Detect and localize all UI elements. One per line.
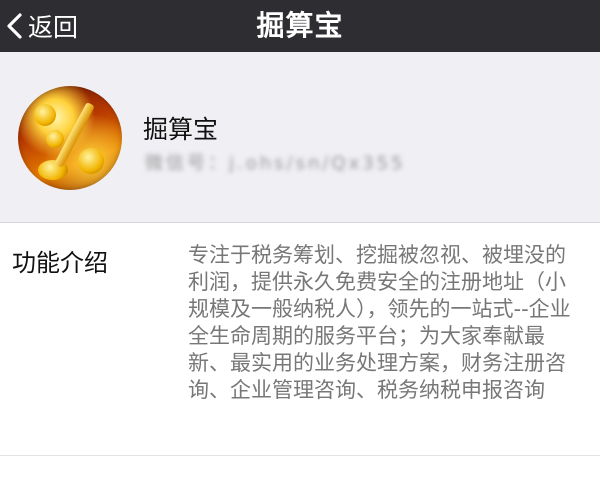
function-intro-row: 功能介绍 专注于税务筹划、挖掘被忽视、被埋没的利润，提供永久免费安全的注册地址（…	[0, 223, 600, 453]
wechat-id: 微信号：j.ohs/sn/Qx355	[145, 153, 406, 174]
function-intro-label: 功能介绍	[12, 249, 108, 277]
coin-graphic	[78, 148, 104, 174]
page-title: 掘算宝	[256, 9, 344, 42]
coin-graphic	[46, 130, 64, 148]
function-intro-text: 专注于税务筹划、挖掘被忽视、被埋没的利润，提供永久免费安全的注册地址（小规模及一…	[188, 243, 571, 402]
account-profile-header: 掘算宝 微信号：j.ohs/sn/Qx355	[0, 52, 600, 223]
divider	[0, 455, 600, 456]
account-name: 掘算宝	[143, 115, 219, 144]
navigation-bar: 返回 掘算宝	[0, 0, 600, 52]
avatar[interactable]	[18, 86, 122, 190]
coin-graphic	[34, 104, 56, 126]
